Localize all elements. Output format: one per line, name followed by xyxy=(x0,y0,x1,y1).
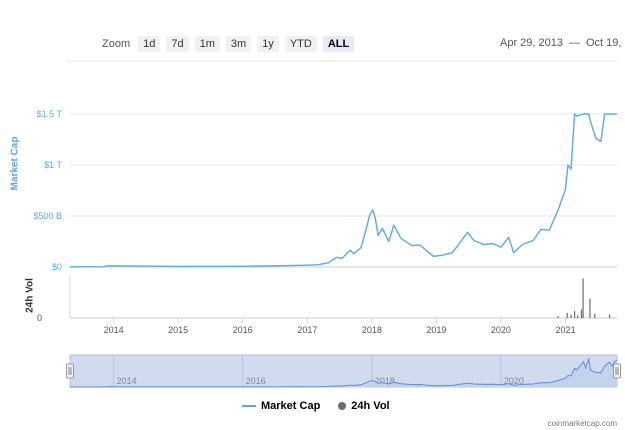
x-tick-label: 2014 xyxy=(104,325,124,335)
volume-bar xyxy=(582,278,584,318)
x-tick-label: 2021 xyxy=(556,325,576,335)
y-axis-title-market-cap: Market Cap xyxy=(9,136,21,191)
credit-link[interactable]: coinmarketcap.com xyxy=(548,419,617,428)
y-tick-label: $0 xyxy=(52,262,62,272)
gridlines xyxy=(66,60,617,323)
y-axis-title-volume: 24h Vol xyxy=(24,278,36,313)
volume-bar xyxy=(608,314,611,318)
market-cap-chart: 2014 2016 2018 2020 $0 $500 B $1 T $1.5 T 0 2014… xyxy=(33,60,621,388)
volume-bar xyxy=(573,311,576,318)
legend-item-market-cap[interactable]: Market Cap xyxy=(242,400,320,412)
axes: $0 $500 B $1 T $1.5 T 0 2014 2015 2016 2017 2018 2… xyxy=(33,109,575,335)
y-tick-label: $1.5 T xyxy=(37,109,63,119)
navigator[interactable]: 2014 2016 2018 2020 xyxy=(66,354,621,388)
handle-grip-icon xyxy=(66,363,74,379)
volume-tick-label: 0 xyxy=(37,313,42,323)
x-tick-label: 2016 xyxy=(233,325,253,335)
navigator-handle-right[interactable] xyxy=(613,363,621,379)
y-tick-label: $1 T xyxy=(44,160,62,170)
legend: Market Cap 24h Vol xyxy=(242,400,408,412)
y-tick-label: $500 B xyxy=(33,211,62,221)
handle-grip-icon xyxy=(613,363,621,379)
navigator-handle-left[interactable] xyxy=(66,363,74,379)
volume-bar xyxy=(576,315,579,318)
x-tick-label: 2017 xyxy=(297,325,317,335)
volume-bar xyxy=(580,309,583,318)
x-tick-label: 2019 xyxy=(426,325,446,335)
navigator-tick-label: 2014 xyxy=(117,376,137,386)
volume-bar xyxy=(589,298,591,318)
x-tick-label: 2015 xyxy=(168,325,188,335)
volume-bar xyxy=(594,313,596,318)
volume-bar xyxy=(566,312,568,318)
market-cap-series-line xyxy=(69,113,617,268)
navigator-tick-label: 2016 xyxy=(246,376,266,386)
x-tick-label: 2018 xyxy=(362,325,382,335)
legend-line-icon xyxy=(242,405,256,407)
navigator-selection[interactable] xyxy=(69,354,618,388)
legend-item-volume[interactable]: 24h Vol xyxy=(338,400,390,412)
legend-dot-icon xyxy=(338,402,347,410)
legend-label-market-cap: Market Cap xyxy=(261,400,321,412)
volume-bar xyxy=(570,314,572,318)
x-tick-label: 2020 xyxy=(491,325,511,335)
legend-label-volume: 24h Vol xyxy=(351,400,390,412)
volume-bar xyxy=(557,316,559,318)
